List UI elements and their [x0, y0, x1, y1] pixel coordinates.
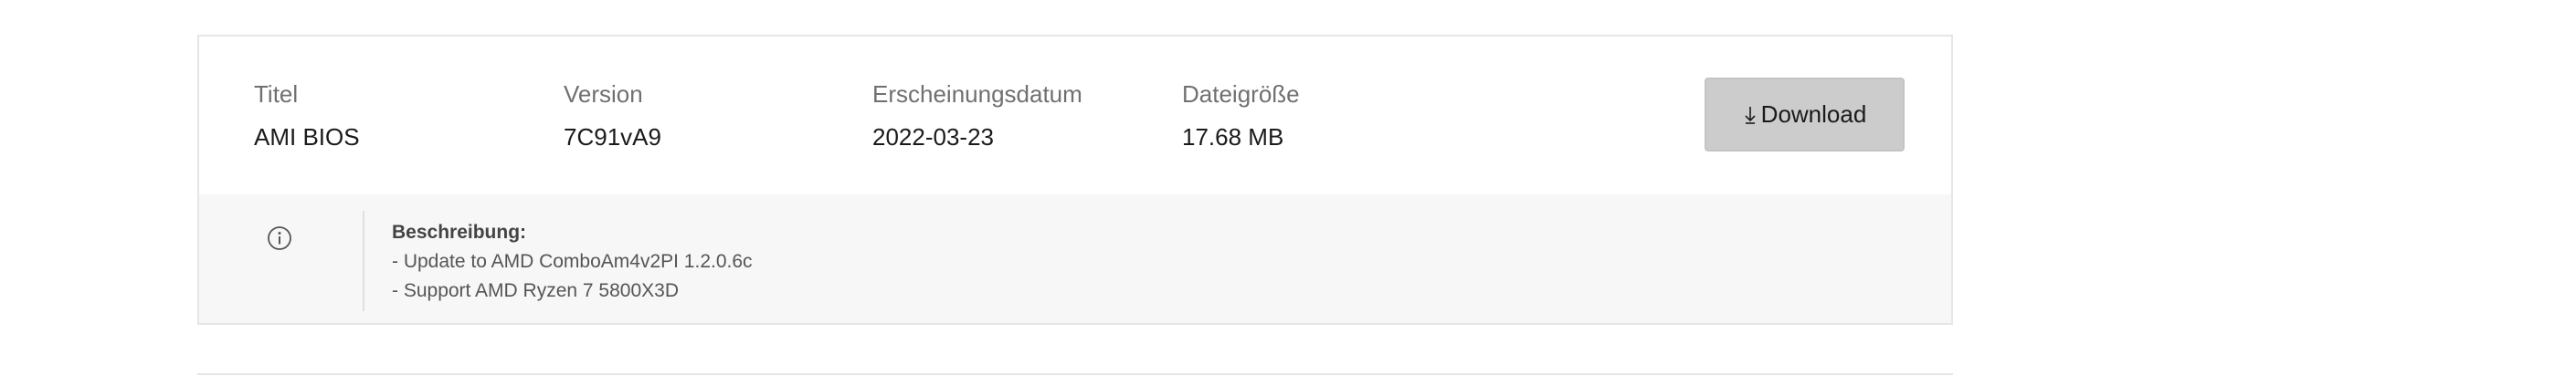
version-value: 7C91vA9	[564, 123, 661, 151]
file-size-label: Dateigröße	[1182, 80, 1300, 108]
version-label: Version	[564, 80, 643, 108]
description-row: Beschreibung: - Update to AMD ComboAm4v2…	[199, 194, 1951, 323]
release-date-value: 2022-03-23	[872, 123, 994, 151]
download-info-row: Titel AMI BIOS Version 7C91vA9 Erscheinu…	[199, 37, 1951, 194]
download-button[interactable]: Download	[1705, 78, 1905, 151]
info-icon	[267, 225, 292, 251]
description-divider	[363, 211, 364, 311]
file-size-value: 17.68 MB	[1182, 123, 1284, 151]
release-date-label: Erscheinungsdatum	[872, 80, 1082, 108]
description-line: - Support AMD Ryzen 7 5800X3D	[392, 280, 679, 301]
file-size-column: Dateigröße 17.68 MB	[1182, 80, 1300, 151]
description-line: - Update to AMD ComboAm4v2PI 1.2.0.6c	[392, 251, 753, 272]
title-value: AMI BIOS	[254, 123, 360, 151]
version-column: Version 7C91vA9	[564, 80, 661, 151]
title-column: Titel AMI BIOS	[254, 80, 360, 151]
title-label: Titel	[254, 80, 299, 108]
download-button-label: Download	[1760, 100, 1867, 128]
description-text: Beschreibung: - Update to AMD ComboAm4v2…	[392, 218, 753, 306]
next-card-top-border	[197, 373, 1953, 375]
bios-download-card: Titel AMI BIOS Version 7C91vA9 Erscheinu…	[197, 35, 1953, 325]
download-arrow-icon	[1743, 104, 1758, 126]
release-date-column: Erscheinungsdatum 2022-03-23	[872, 80, 1082, 151]
description-heading: Beschreibung:	[392, 222, 527, 243]
